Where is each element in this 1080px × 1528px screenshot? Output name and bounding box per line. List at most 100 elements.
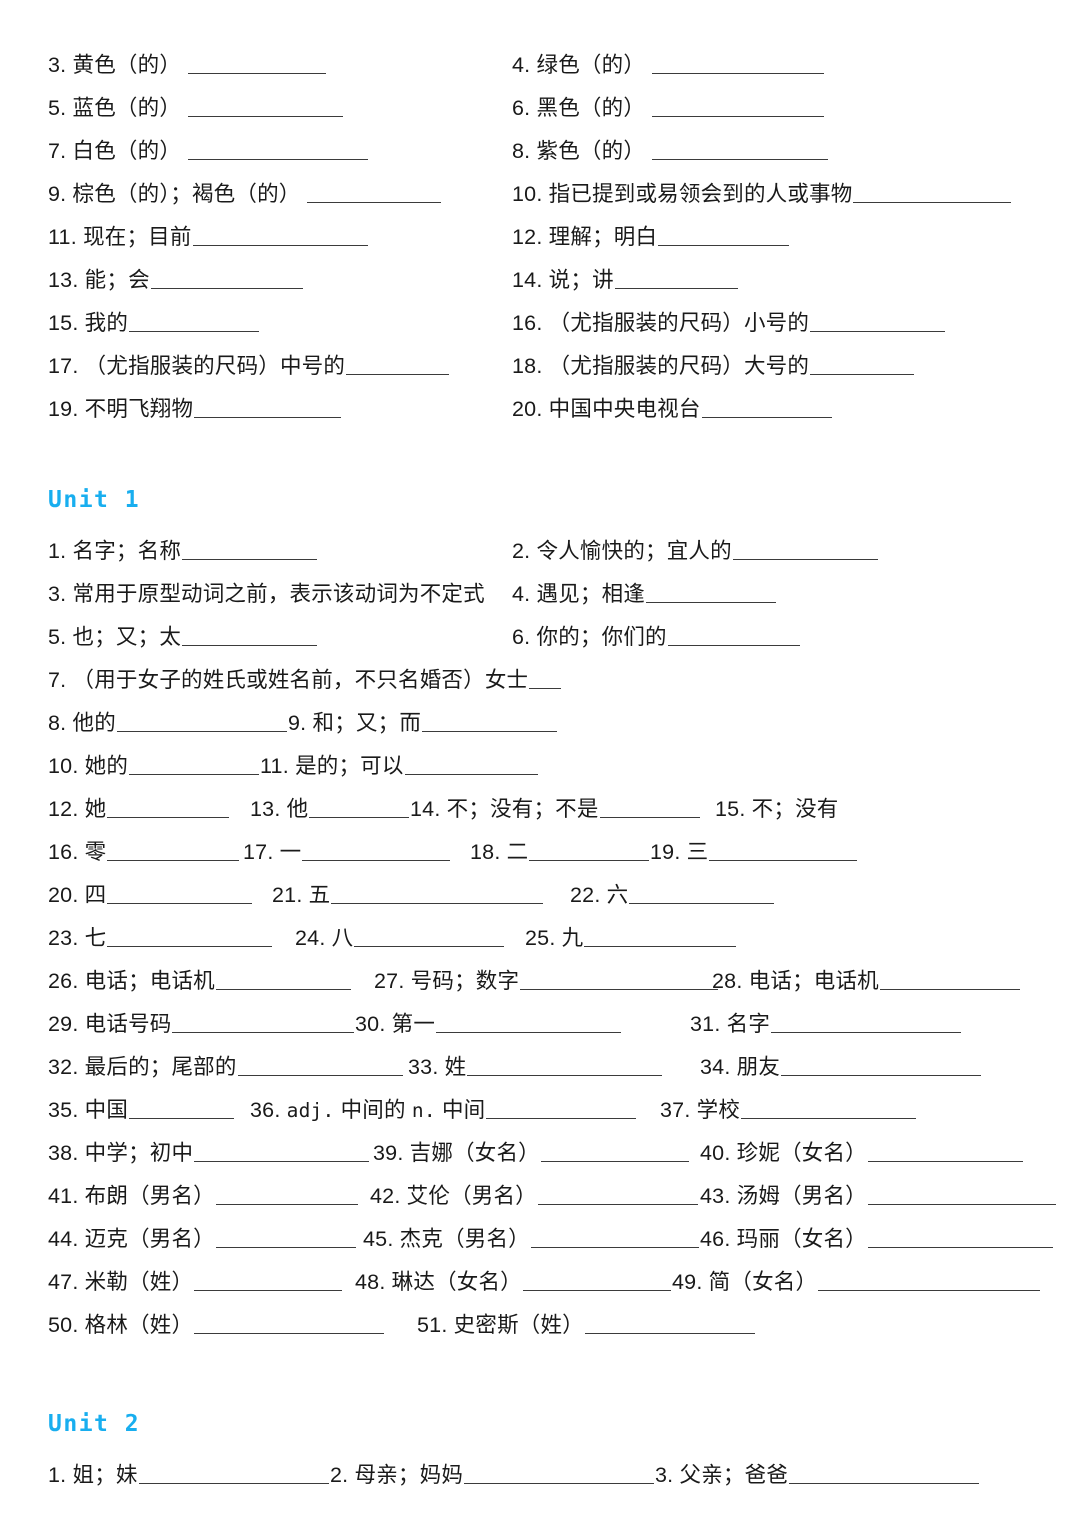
heading-gap-unit2 [0,1446,1080,1454]
unit1-item-3-number: 3. [48,582,73,606]
unit1-item-51-answer-blank[interactable] [584,1313,755,1334]
unit1-item-48-answer-blank[interactable] [522,1270,671,1291]
unit1-item-23-label: 七 [84,926,107,950]
unit1-item-40-answer-blank[interactable] [867,1141,1023,1162]
unit1-item-46-label: 玛丽（女名） [736,1227,867,1251]
starter-item-7-answer-blank[interactable] [188,139,369,160]
unit1-item-38-label: 中学；初中 [84,1141,194,1165]
unit1-item-32-answer-blank[interactable] [237,1055,403,1076]
unit1-item-21-answer-blank[interactable] [331,883,544,904]
unit1-item-13-answer-blank[interactable] [309,797,410,818]
unit1-item-19: 19. 三 [650,831,858,874]
unit1-item-14-answer-blank[interactable] [599,797,700,818]
unit1-item-27-label: 号码；数字 [410,969,520,993]
starter-item-5: 5. 蓝色（的） [48,87,344,130]
unit1-item-8-label: 他的 [72,711,116,735]
unit1-item-5-answer-blank[interactable] [182,625,318,646]
unit1-item-29-answer-blank[interactable] [172,1012,355,1033]
unit1-item-23-answer-blank[interactable] [107,926,273,947]
unit1-item-44-answer-blank[interactable] [215,1227,356,1248]
starter-item-11-answer-blank[interactable] [192,225,368,246]
unit1-item-48: 48. 琳达（女名） [355,1261,671,1304]
starter-item-4-answer-blank[interactable] [652,53,825,74]
unit1-item-28-answer-blank[interactable] [879,969,1020,990]
starter-item-3-answer-blank[interactable] [188,53,327,74]
unit1-item-10-answer-blank[interactable] [129,754,260,775]
starter-item-19-answer-blank[interactable] [194,397,342,418]
starter-item-15-answer-blank[interactable] [129,311,260,332]
unit1-item-17-answer-blank[interactable] [302,840,451,861]
unit1-item-12-answer-blank[interactable] [107,797,230,818]
unit2-item-1-answer-blank[interactable] [138,1463,329,1484]
unit1-item-22-answer-blank[interactable] [629,883,775,904]
unit1-item-32-number: 32. [48,1055,85,1079]
unit1-item-8-answer-blank[interactable] [116,711,287,732]
unit1-item-9-answer-blank[interactable] [422,711,558,732]
unit1-item-18-answer-blank[interactable] [529,840,650,861]
unit1-item-34-answer-blank[interactable] [781,1055,982,1076]
starter-item-15-number: 15. [48,311,85,335]
unit1-item-33-answer-blank[interactable] [467,1055,663,1076]
starter-item-10-answer-blank[interactable] [853,182,1012,203]
unit1-item-24-answer-blank[interactable] [354,926,505,947]
starter-item-9-answer-blank[interactable] [307,182,442,203]
unit1-item-18: 18. 二 [470,831,650,874]
unit1-item-15-label: 不；没有 [751,797,839,821]
unit1-item-49-answer-blank[interactable] [818,1270,1041,1291]
unit1-item-41-answer-blank[interactable] [215,1184,358,1205]
unit1-item-2-answer-blank[interactable] [732,539,878,560]
unit1-item-37-answer-blank[interactable] [741,1098,917,1119]
unit1-item-38-answer-blank[interactable] [194,1141,370,1162]
starter-item-12-answer-blank[interactable] [658,225,790,246]
unit1-item-47-number: 47. [48,1270,85,1294]
unit1-item-7-answer-blank[interactable] [529,668,562,689]
unit1-item-27-answer-blank[interactable] [520,969,719,990]
unit1-item-22-number: 22. [570,883,607,907]
unit1-item-46-answer-blank[interactable] [867,1227,1053,1248]
unit1-item-20-answer-blank[interactable] [107,883,253,904]
unit1-item-4-label: 遇见；相逢 [536,582,646,606]
unit2-item-3-answer-blank[interactable] [789,1463,980,1484]
starter-item-8-answer-blank[interactable] [652,139,829,160]
unit1-item-36-answer-blank[interactable] [486,1098,637,1119]
unit1-item-41-label: 布朗（男名） [84,1184,215,1208]
unit1-item-4-answer-blank[interactable] [646,582,777,603]
unit1-item-31-answer-blank[interactable] [771,1012,962,1033]
unit1-item-42-answer-blank[interactable] [537,1184,698,1205]
unit1-item-16-answer-blank[interactable] [107,840,240,861]
section-gap-before-unit1 [0,431,1080,479]
unit1-item-9-number: 9. [288,711,313,735]
starter-item-7-number: 7. [48,139,73,163]
unit1-item-19-answer-blank[interactable] [709,840,858,861]
unit1-item-39-answer-blank[interactable] [540,1141,689,1162]
unit1-item-11-answer-blank[interactable] [404,754,538,775]
vocab-row: 23. 七 24. 八 25. 九 [0,917,1080,960]
unit1-item-43-label: 汤姆（男名） [736,1184,867,1208]
unit2-item-2-answer-blank[interactable] [464,1463,655,1484]
starter-item-5-answer-blank[interactable] [188,96,344,117]
vocab-row: 15. 我的 16. （尤指服装的尺码）小号的 [0,302,1080,345]
unit1-item-26: 26. 电话；电话机 [48,960,351,1003]
starter-item-18-answer-blank[interactable] [810,354,915,375]
unit1-item-14: 14. 不；没有；不是 [410,788,700,831]
starter-item-16-answer-blank[interactable] [810,311,946,332]
unit1-item-32: 32. 最后的；尾部的 [48,1046,403,1089]
unit1-item-26-answer-blank[interactable] [215,969,351,990]
unit1-item-43-answer-blank[interactable] [867,1184,1056,1205]
starter-item-20-answer-blank[interactable] [701,397,832,418]
starter-item-14-answer-blank[interactable] [614,268,738,289]
unit1-item-47-answer-blank[interactable] [194,1270,343,1291]
unit1-item-25-answer-blank[interactable] [584,926,737,947]
unit1-item-27: 27. 号码；数字 [374,960,719,1003]
unit1-item-45-answer-blank[interactable] [530,1227,699,1248]
unit1-item-6-answer-blank[interactable] [667,625,800,646]
starter-item-13-answer-blank[interactable] [150,268,303,289]
unit1-item-50-answer-blank[interactable] [194,1313,385,1334]
unit1-item-49-label: 简（女名） [708,1270,818,1294]
unit1-item-34-number: 34. [700,1055,737,1079]
unit1-item-35-answer-blank[interactable] [129,1098,235,1119]
unit1-item-1-answer-blank[interactable] [182,539,318,560]
starter-item-17-answer-blank[interactable] [346,354,450,375]
starter-item-6-answer-blank[interactable] [652,96,825,117]
unit1-item-30-answer-blank[interactable] [436,1012,622,1033]
